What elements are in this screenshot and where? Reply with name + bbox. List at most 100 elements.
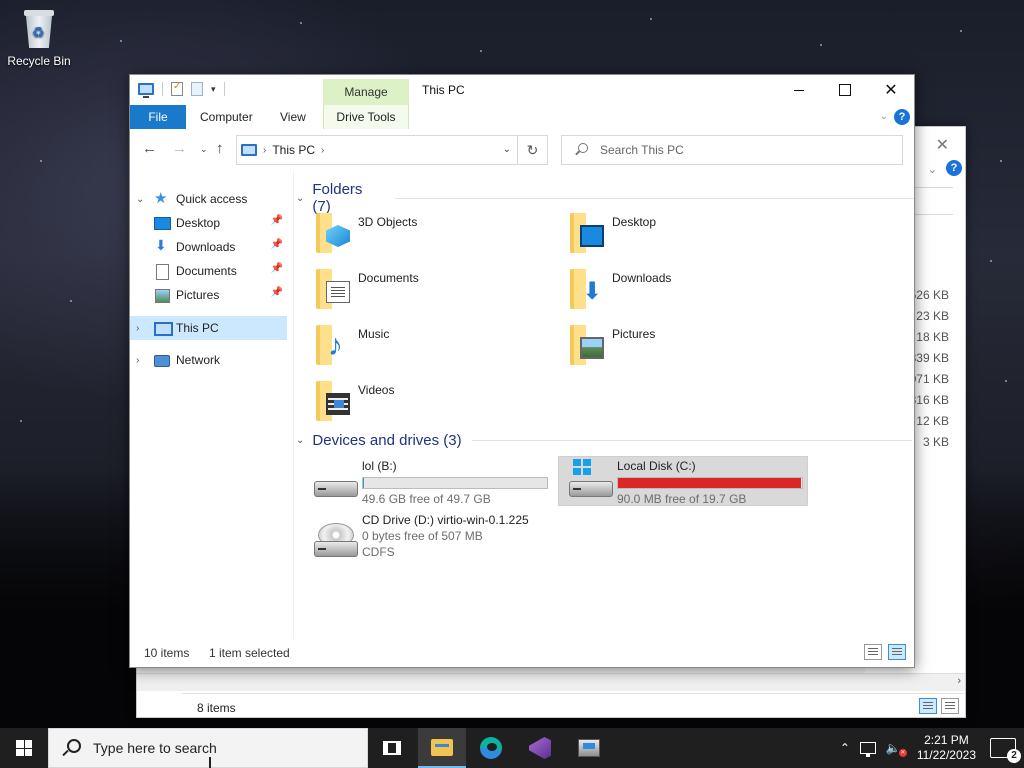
properties-icon[interactable] [171, 81, 183, 96]
breadcrumb-separator-icon[interactable]: › [263, 145, 266, 156]
recent-locations-icon[interactable]: ⌄ [200, 144, 208, 155]
clock[interactable]: 2:21 PM 11/22/2023 [917, 733, 976, 763]
breadcrumb-this-pc[interactable]: This PC [272, 143, 315, 157]
folder-music[interactable]: Music [312, 323, 552, 373]
forward-arrow-icon[interactable]: → [172, 140, 187, 157]
status-item-count: 10 items [144, 646, 190, 660]
tab-file[interactable]: File [130, 105, 186, 129]
recycle-bin-label: Recycle Bin [7, 54, 71, 68]
volume-muted-icon[interactable]: 🔈 ✕ [886, 741, 907, 757]
folder-pictures[interactable]: Pictures [566, 323, 806, 373]
nav-pictures[interactable]: Pictures 📌 [130, 283, 287, 307]
start-button[interactable] [0, 728, 48, 768]
desktop-icon [154, 216, 171, 230]
collapse-chevron-icon[interactable]: ⌄ [296, 435, 304, 446]
customize-toolbar-icon[interactable]: ▾ [211, 84, 216, 95]
expand-ribbon-icon[interactable]: ⌄ [880, 111, 888, 122]
maximize-button[interactable] [822, 75, 868, 105]
folder-label: Desktop [612, 215, 657, 229]
collapse-chevron-icon[interactable]: ⌄ [296, 193, 304, 204]
drive-usage-bar [362, 477, 548, 489]
new-folder-icon[interactable] [191, 82, 203, 96]
music-folder-icon [312, 323, 352, 367]
back-arrow-icon[interactable]: ← [142, 140, 157, 157]
folders-group-header[interactable]: ⌄ Folders (7) [296, 181, 914, 215]
file-explorer-taskbar-button[interactable] [418, 728, 466, 768]
folder-label: Documents [358, 271, 419, 285]
taskbar-search-placeholder: Type here to search [93, 740, 217, 756]
nav-label: Pictures [176, 288, 220, 302]
folder-3d-objects[interactable]: 3D Objects [312, 211, 552, 261]
up-arrow-icon[interactable]: ↑ [216, 140, 224, 157]
drives-group-header[interactable]: ⌄ Devices and drives (3) [296, 432, 912, 449]
background-close-icon[interactable]: ✕ [936, 135, 949, 155]
file-size: 18 KB [916, 330, 949, 344]
folder-label: Downloads [612, 271, 672, 285]
nav-desktop[interactable]: Desktop 📌 [130, 211, 287, 235]
file-size: 12 KB [916, 414, 949, 428]
details-view-icon[interactable] [919, 698, 937, 714]
visual-studio-taskbar-button[interactable] [516, 728, 564, 768]
search-placeholder: Search This PC [600, 143, 684, 157]
tab-computer[interactable]: Computer [200, 105, 253, 129]
tab-view[interactable]: View [280, 105, 306, 129]
details-view-icon[interactable] [864, 644, 882, 660]
help-icon[interactable]: ? [894, 109, 910, 125]
drive-b[interactable]: lol (B:) 49.6 GB free of 49.7 GB [304, 457, 554, 507]
pin-icon: 📌 [270, 239, 283, 250]
nav-quick-access[interactable]: ⌄ Quick access [130, 187, 287, 211]
task-view-icon [383, 741, 401, 755]
collapse-chevron-icon[interactable]: ⌄ [136, 194, 146, 205]
nav-network[interactable]: › Network [130, 348, 287, 372]
search-box[interactable]: Search This PC [561, 135, 903, 165]
downloads-icon [154, 237, 170, 254]
pane-divider[interactable] [293, 171, 294, 639]
minimize-button[interactable] [776, 75, 822, 105]
background-horizontal-scrollbar[interactable]: › [137, 673, 965, 691]
group-divider [394, 197, 914, 199]
scroll-right-icon[interactable]: › [957, 675, 961, 687]
address-dropdown-icon[interactable]: ⌄ [503, 144, 511, 155]
recycle-bin-icon: ♻ [22, 8, 56, 48]
window-title: This PC [422, 83, 465, 97]
expand-chevron-icon[interactable]: › [136, 323, 146, 334]
drive-d[interactable]: CD Drive (D:) virtio-win-0.1.225 0 bytes… [304, 511, 564, 565]
nav-downloads[interactable]: Downloads 📌 [130, 235, 287, 259]
app-taskbar-button[interactable] [565, 728, 613, 768]
title-bar[interactable]: ▾ Manage This PC ✕ [130, 75, 914, 105]
text-cursor [209, 757, 211, 768]
drive-c[interactable]: Local Disk (C:) 90.0 MB free of 19.7 GB [558, 456, 808, 506]
recycle-bin-shortcut[interactable]: ♻ Recycle Bin [6, 8, 72, 68]
refresh-icon[interactable]: ↻ [517, 136, 547, 164]
background-ribbon-chevron-icon[interactable]: ⌄ [928, 163, 937, 176]
large-icons-view-icon[interactable] [941, 698, 959, 714]
breadcrumb-separator-icon[interactable]: › [321, 145, 324, 156]
pictures-folder-icon [566, 323, 606, 367]
action-center-icon[interactable]: 2 [990, 738, 1021, 763]
folder-downloads[interactable]: Downloads [566, 267, 806, 317]
folder-desktop[interactable]: Desktop [566, 211, 806, 261]
task-view-button[interactable] [368, 728, 416, 768]
nav-this-pc[interactable]: › This PC [130, 316, 287, 340]
taskbar-search-box[interactable]: Type here to search [48, 728, 368, 768]
clock-time: 2:21 PM [924, 733, 969, 747]
explorer-window[interactable]: ▾ Manage This PC ✕ File Computer View Dr… [129, 74, 915, 668]
folder-videos[interactable]: Videos [312, 379, 552, 429]
background-help-icon[interactable]: ? [946, 160, 962, 176]
expand-chevron-icon[interactable]: › [136, 355, 146, 366]
clock-date: 11/22/2023 [916, 748, 976, 762]
folder-documents[interactable]: Documents [312, 267, 552, 317]
file-explorer-icon [431, 738, 453, 756]
network-status-icon[interactable] [859, 742, 876, 757]
folder-label: Music [358, 327, 390, 341]
group-title: Folders (7) [312, 181, 363, 215]
edge-taskbar-button[interactable] [467, 728, 515, 768]
address-bar[interactable]: › This PC › ⌄ ↻ [236, 135, 548, 165]
nav-documents[interactable]: Documents 📌 [130, 259, 287, 283]
large-icons-view-icon[interactable] [888, 644, 906, 660]
tab-drive-tools[interactable]: Drive Tools [323, 105, 409, 129]
close-button[interactable]: ✕ [868, 75, 914, 105]
toolbar-divider [223, 82, 225, 96]
show-hidden-icons-icon[interactable]: ⌃ [840, 741, 850, 755]
this-pc-icon [241, 144, 257, 156]
